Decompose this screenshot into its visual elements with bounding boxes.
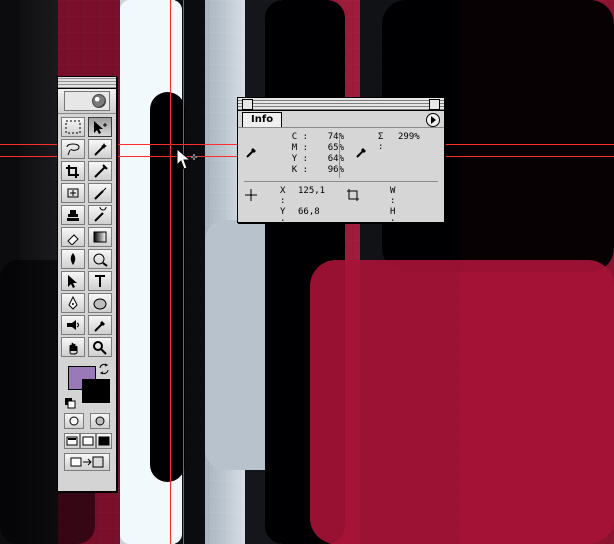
color-swatches[interactable] [64, 363, 110, 409]
jump-to-imageready-button[interactable] [64, 453, 110, 471]
h-key: H : [390, 207, 396, 227]
info-palette-titlebar[interactable] [238, 98, 444, 111]
cmyk-label-m [262, 143, 278, 153]
hand-icon[interactable] [61, 337, 85, 357]
mask-mode-row [58, 409, 116, 429]
cmyk-key-y: Y : [291, 154, 308, 164]
guide-vertical-2[interactable] [183, 0, 184, 544]
crosshair-icon [244, 188, 258, 202]
full-screen-menu-mode-button[interactable] [80, 433, 96, 449]
shape-icon[interactable] [88, 293, 112, 313]
eyedropper-icon[interactable] [88, 315, 112, 335]
coordinate-values: X : 125,1 Y : 66,8 [244, 186, 342, 227]
notes-icon[interactable] [61, 315, 85, 335]
screen-mode-row [58, 429, 116, 449]
marquee-icon[interactable] [61, 117, 85, 137]
close-box-icon[interactable] [242, 99, 253, 110]
tool-palette-header[interactable] [58, 89, 116, 114]
size-spacer-1 [372, 186, 386, 206]
palette-menu-icon[interactable] [426, 113, 440, 127]
info-tabbar: Info [238, 111, 444, 128]
w-value [408, 186, 452, 206]
zoom-box-icon[interactable] [429, 99, 440, 110]
eyedropper-readout-icon-2 [354, 145, 368, 159]
x-value: 125,1 [298, 186, 326, 196]
dodge-icon[interactable] [88, 249, 112, 269]
swap-colors-icon[interactable] [98, 363, 110, 375]
crop-icon[interactable] [61, 161, 85, 181]
blur-icon[interactable] [61, 249, 85, 269]
eyedropper-readout-icon [244, 145, 258, 159]
y-key: Y : [280, 207, 286, 227]
total-ink-value: 299% [398, 132, 420, 142]
jump-to-row [58, 449, 116, 471]
size-spacer-2 [372, 207, 386, 227]
cmyk-values: C :74% M :65% Y :64% K :96% [244, 132, 344, 175]
magic-wand-icon[interactable] [88, 139, 112, 159]
tab-info[interactable]: Info [242, 112, 283, 127]
info-body: C :74% M :65% Y :64% K :96% Σ : 299% X:… [238, 128, 444, 227]
background-color-swatch[interactable] [82, 379, 110, 403]
app-logo-icon[interactable] [64, 91, 110, 111]
pen-icon[interactable] [61, 293, 85, 313]
type-icon[interactable] [88, 271, 112, 291]
coords-column: X : 125,1 Y : 66,8 [244, 186, 342, 227]
cmyk-column: C :74% M :65% Y :64% K :96% [244, 132, 344, 175]
quick-mask-mode-button[interactable] [90, 413, 110, 429]
info-bottom-row: X : 125,1 Y : 66,8 W : H : [244, 186, 438, 227]
full-screen-mode-button[interactable] [96, 433, 112, 449]
stamp-icon[interactable] [61, 205, 85, 225]
w-key: W : [390, 186, 396, 206]
slice-icon[interactable] [88, 161, 112, 181]
standard-screen-mode-button[interactable] [64, 433, 80, 449]
x-key: X : [280, 186, 286, 206]
total-ink-column: Σ : 299% [342, 132, 438, 158]
healing-icon[interactable] [61, 183, 85, 203]
coords-spacer-1 [262, 186, 276, 206]
default-colors-icon[interactable] [64, 397, 76, 409]
selection-size-icon [346, 188, 360, 202]
zoom-icon[interactable] [88, 337, 112, 357]
history-brush-icon[interactable] [88, 205, 112, 225]
gradient-icon[interactable] [88, 227, 112, 247]
cmyk-key-k: K : [291, 165, 308, 175]
tool-palette-titlebar[interactable] [58, 77, 116, 89]
image-red-area [310, 260, 614, 544]
cmyk-key-m: M : [291, 143, 308, 153]
guide-vertical-1[interactable] [170, 0, 171, 544]
size-column: W : H : [342, 186, 450, 227]
cmyk-label-c [262, 132, 278, 142]
y-value: 66,8 [298, 207, 320, 217]
total-ink-key: Σ : [378, 132, 384, 152]
path-select-icon[interactable] [61, 271, 85, 291]
lasso-icon[interactable] [61, 139, 85, 159]
h-value [408, 207, 452, 227]
brush-icon[interactable] [88, 183, 112, 203]
cmyk-key-c: C : [291, 132, 308, 142]
eraser-icon[interactable] [61, 227, 85, 247]
coords-spacer-2 [262, 207, 276, 227]
info-divider-vertical [339, 136, 340, 178]
cmyk-label-k [262, 165, 278, 175]
tool-palette[interactable] [57, 76, 117, 492]
size-values: W : H : [352, 186, 450, 227]
move-icon[interactable] [88, 117, 112, 137]
info-top-row: C :74% M :65% Y :64% K :96% Σ : 299% [244, 132, 438, 178]
standard-mode-button[interactable] [64, 413, 84, 429]
tool-grid [58, 114, 116, 357]
info-palette[interactable]: Info C :74% M :65% Y :64% K :96% Σ : 299… [237, 97, 445, 227]
cmyk-label-y [262, 154, 278, 164]
cursor-icon [176, 147, 197, 170]
info-divider-horizontal [244, 181, 438, 182]
